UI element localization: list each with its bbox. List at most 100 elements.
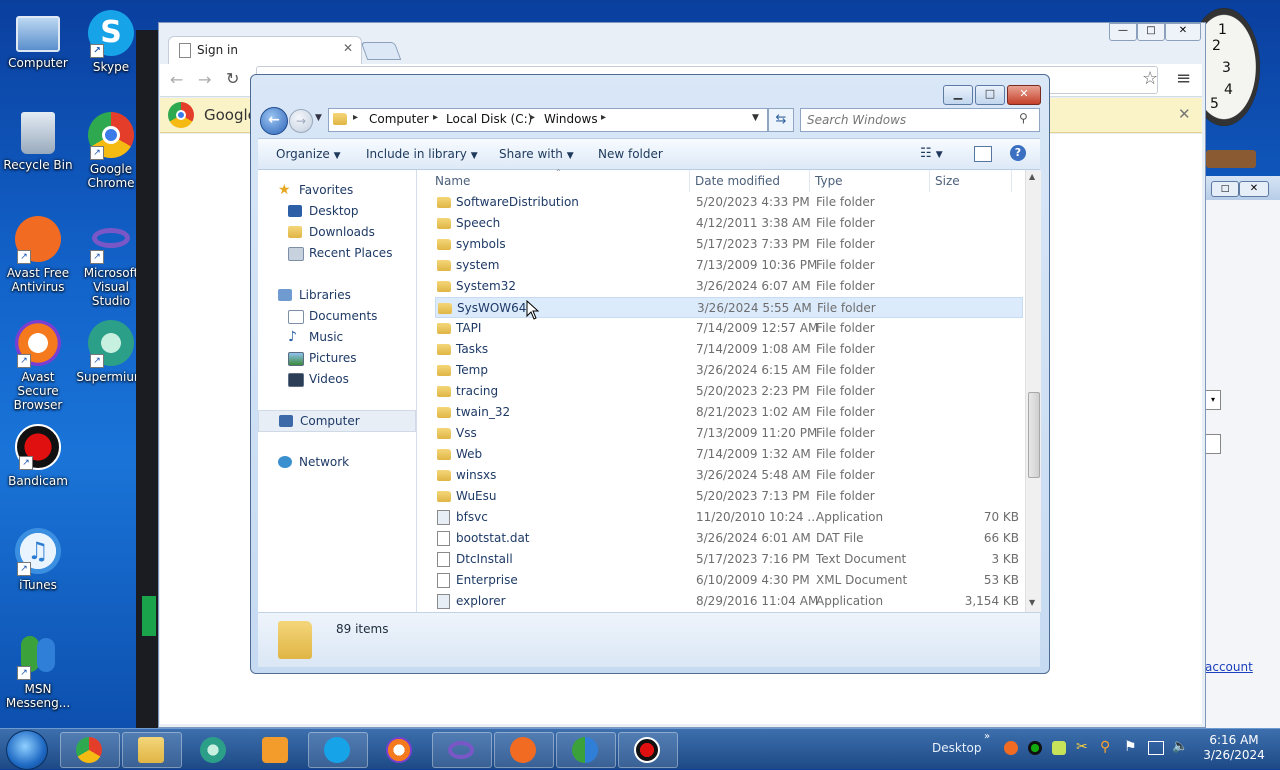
nav-music[interactable]: ♪ Music (258, 327, 414, 347)
file-row[interactable]: Speech 4/12/2011 3:38 AM File folder (435, 213, 1023, 234)
tab-close-icon[interactable]: ✕ (343, 41, 353, 55)
network-tray-icon[interactable] (1148, 741, 1164, 755)
nav-libraries[interactable]: Libraries (258, 285, 414, 305)
file-row[interactable]: Enterprise 6/10/2009 4:30 PM XML Document 5… (435, 570, 1023, 591)
view-options-icon[interactable]: ☷ ▼ (920, 146, 943, 161)
file-row[interactable]: Temp 3/26/2024 6:15 AM File folder (435, 360, 1023, 381)
taskbar-supermium[interactable] (184, 732, 244, 768)
breadcrumb-windows[interactable]: Windows (544, 112, 598, 126)
maximize-button[interactable]: □ (975, 85, 1005, 105)
recent-pages-dropdown-icon[interactable]: ▼ (315, 113, 322, 123)
desktop-icon-avast-secure-browser[interactable]: ↗ Avast Secure Browser (0, 320, 76, 412)
nav-desktop[interactable]: Desktop (258, 201, 414, 221)
help-icon[interactable]: ? (1010, 145, 1026, 161)
text-input-partial[interactable] (1205, 434, 1221, 454)
desktop-icon-msn-messenger[interactable]: ↗ MSN Messeng... (0, 632, 76, 710)
file-row[interactable]: SoftwareDistribution 5/20/2023 4:33 PM Fil… (435, 192, 1023, 213)
file-row[interactable]: bfsvc 11/20/2010 10:24 ... Application 70 K… (435, 507, 1023, 528)
avast-tray-icon[interactable] (1004, 741, 1018, 755)
file-row[interactable]: bootstat.dat 3/26/2024 6:01 AM DAT File 66 … (435, 528, 1023, 549)
column-header-type[interactable]: Type (815, 170, 930, 192)
taskbar-explorer[interactable] (122, 732, 182, 768)
file-row[interactable]: twain_32 8/21/2023 1:02 AM File folder (435, 402, 1023, 423)
nav-recent-places[interactable]: Recent Places (258, 243, 414, 263)
taskbar-skype[interactable] (308, 732, 368, 768)
restore-icon[interactable]: □ (1211, 181, 1239, 197)
taskbar-media-player[interactable] (246, 732, 306, 768)
nav-computer[interactable]: Computer (258, 410, 416, 432)
column-header-date[interactable]: Date modified (695, 170, 810, 192)
nav-downloads[interactable]: Downloads (258, 222, 414, 242)
include-in-library-button[interactable]: Include in library ▼ (366, 147, 478, 161)
chevron-down-icon[interactable]: ▾ (1205, 390, 1221, 410)
taskbar-avast[interactable] (494, 732, 554, 768)
nav-documents[interactable]: Documents (258, 306, 414, 326)
scroll-up-icon[interactable]: ▲ (1029, 172, 1035, 181)
file-row[interactable]: symbols 5/17/2023 7:33 PM File folder (435, 234, 1023, 255)
menu-icon[interactable]: ≡ (1176, 68, 1191, 89)
desktop-icon-avast-antivirus[interactable]: ↗ Avast Free Antivirus (0, 216, 76, 294)
nav-network[interactable]: Network (258, 452, 414, 472)
breadcrumb-computer[interactable]: Computer (369, 112, 429, 126)
file-row[interactable]: winsxs 3/26/2024 5:48 AM File folder (435, 465, 1023, 486)
nav-pictures[interactable]: Pictures (258, 348, 414, 368)
explorer-forward-button[interactable]: → (289, 109, 313, 133)
search-input[interactable] (805, 111, 1009, 129)
refresh-button[interactable]: ⇆ (768, 108, 794, 132)
address-dropdown-icon[interactable]: ▼ (752, 113, 759, 123)
chevron-right-icon[interactable]: » (984, 731, 990, 742)
infobar-close-icon[interactable]: ✕ (1178, 105, 1191, 123)
back-arrow-icon[interactable]: ← (170, 70, 183, 89)
new-folder-button[interactable]: New folder (598, 147, 663, 161)
account-link[interactable]: account (1205, 660, 1253, 674)
tools-tray-icon[interactable]: ✂ (1076, 739, 1088, 755)
column-header-size[interactable]: Size (935, 170, 1012, 192)
file-row[interactable]: System32 3/26/2024 6:07 AM File folder (435, 276, 1023, 297)
volume-muted-icon[interactable]: 🔈 (1172, 739, 1188, 754)
notes-tray-icon[interactable] (1052, 741, 1066, 755)
desktop-icon-recycle-bin[interactable]: Recycle Bin (0, 112, 76, 172)
nav-videos[interactable]: Videos (258, 369, 414, 389)
file-row[interactable]: Web 7/14/2009 1:32 AM File folder (435, 444, 1023, 465)
taskbar-chrome[interactable] (60, 732, 120, 768)
flag-icon[interactable]: ⚑ (1124, 739, 1137, 755)
nav-favorites[interactable]: ★ Favorites (258, 180, 414, 200)
start-button[interactable] (6, 730, 48, 770)
explorer-back-button[interactable]: ← (260, 107, 288, 135)
explorer-search-box[interactable]: ⚲ (800, 108, 1040, 132)
taskbar-avast-browser[interactable] (370, 732, 430, 768)
file-row[interactable]: Tasks 7/14/2009 1:08 AM File folder (435, 339, 1023, 360)
file-row[interactable]: Vss 7/13/2009 11:20 PM File folder (435, 423, 1023, 444)
file-row[interactable]: WuEsu 5/20/2023 7:13 PM File folder (435, 486, 1023, 507)
chrome-maximize-button[interactable]: □ (1137, 23, 1165, 41)
scrollbar-thumb[interactable] (1028, 392, 1040, 478)
close-button[interactable]: ✕ (1007, 85, 1041, 105)
file-row[interactable]: explorer 8/29/2016 11:04 AM Application 3,1… (435, 591, 1023, 612)
green-tray-icon[interactable] (1028, 741, 1042, 755)
file-row[interactable]: system 7/13/2009 10:36 PM File folder (435, 255, 1023, 276)
chrome-minimize-button[interactable]: — (1109, 23, 1137, 41)
taskbar-bandicam[interactable] (618, 732, 678, 768)
file-row[interactable]: TAPI 7/14/2009 12:57 AM File folder (435, 318, 1023, 339)
organize-button[interactable]: Organize ▼ (276, 147, 341, 161)
file-row[interactable]: tracing 5/20/2023 2:23 PM File folder (435, 381, 1023, 402)
vertical-scrollbar[interactable]: ▲ ▼ (1025, 170, 1041, 612)
file-row[interactable]: SysWOW64 3/26/2024 5:55 AM File folder (435, 297, 1023, 318)
chrome-close-button[interactable]: ✕ (1165, 23, 1201, 41)
scroll-down-icon[interactable]: ▼ (1029, 598, 1035, 607)
desktop-icon-computer[interactable]: Computer (0, 10, 76, 70)
file-row[interactable]: DtcInstall 5/17/2023 7:16 PM Text Document… (435, 549, 1023, 570)
close-icon[interactable]: ✕ (1239, 181, 1269, 197)
breadcrumb-local-disk[interactable]: Local Disk (C:) (446, 112, 532, 126)
desktop-icon-itunes[interactable]: ♫ ↗ iTunes (0, 528, 76, 592)
clock[interactable]: 6:16 AM 3/26/2024 (1194, 733, 1274, 763)
preview-pane-icon[interactable] (974, 146, 992, 162)
minimize-button[interactable]: ▁ (943, 85, 973, 105)
taskbar-visual-studio[interactable] (432, 732, 492, 768)
new-tab-button[interactable] (360, 42, 402, 60)
taskbar-msn-messenger[interactable] (556, 732, 616, 768)
share-with-button[interactable]: Share with ▼ (499, 147, 574, 161)
reload-icon[interactable]: ↻ (226, 69, 239, 88)
search-tray-icon[interactable]: ⚲ (1100, 739, 1110, 755)
explorer-address-bar[interactable]: ▸ Computer ▸ Local Disk (C:) ▸ Windows ▸… (328, 108, 768, 132)
